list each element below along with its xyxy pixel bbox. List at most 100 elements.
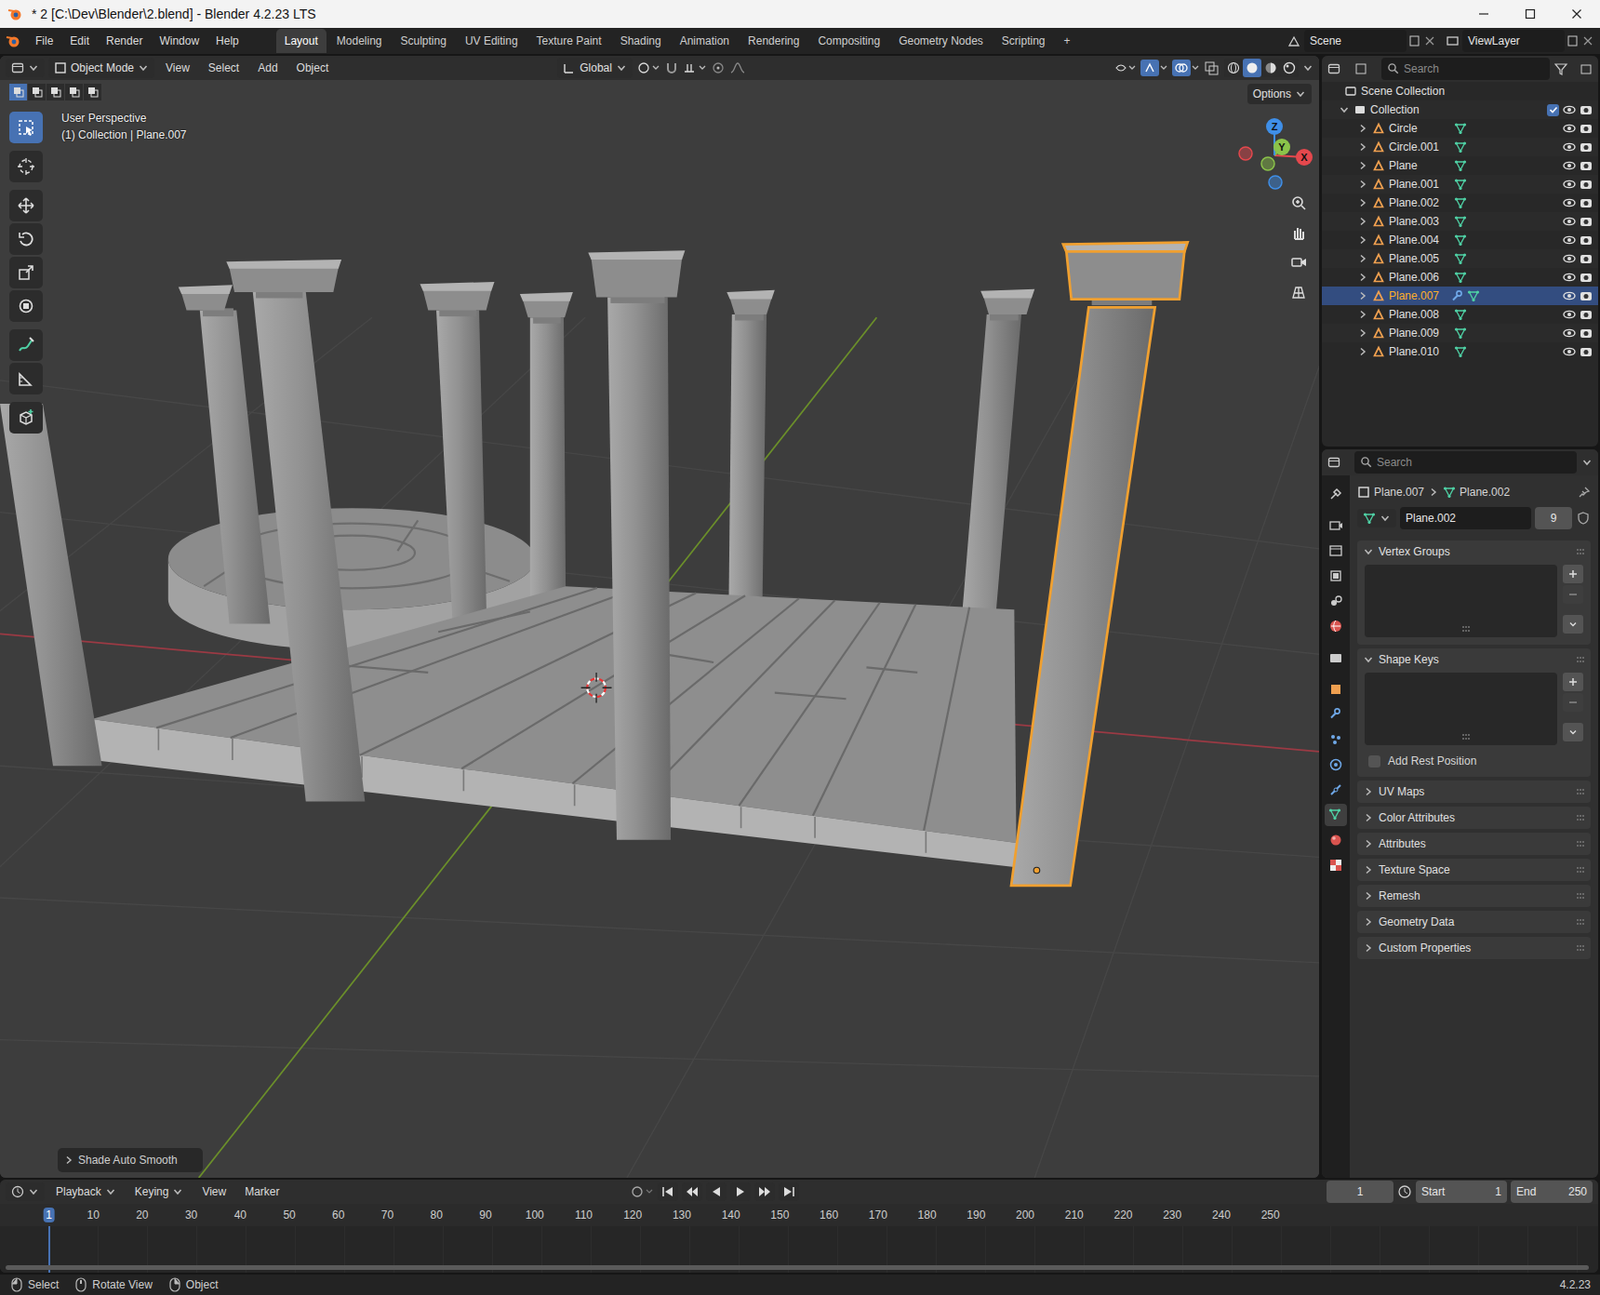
select-mode-button[interactable] [27,83,46,101]
gizmo-axis[interactable]: X [1295,148,1313,166]
frame-tick[interactable]: 190 [963,1207,988,1223]
menu-item[interactable]: Render [98,29,150,53]
remove-button[interactable] [1562,585,1584,604]
scene-render[interactable] [0,80,1320,1178]
perspective-grid-button[interactable] [1285,279,1312,306]
play-button[interactable] [730,1182,751,1201]
timeline-scrollbar[interactable] [5,1265,1589,1270]
menu-item[interactable]: Edit [62,29,97,53]
workspace-tab[interactable]: Shading [612,28,670,54]
properties-tab[interactable] [1324,703,1347,726]
pan-hand-button[interactable] [1285,219,1312,246]
outliner-row[interactable]: Plane.010 [1321,342,1599,361]
viewport-menu[interactable]: View [158,56,198,80]
outliner-row[interactable]: Plane.001 [1321,174,1599,194]
gizmo-axis[interactable]: Z [1266,118,1283,135]
tool-button[interactable] [9,362,43,395]
shading-button[interactable] [1280,58,1299,78]
frame-tick[interactable]: 120 [620,1207,645,1223]
navigation-gizmo[interactable]: XYZ [1233,114,1310,191]
frame-tick[interactable]: 180 [915,1207,940,1223]
frame-tick[interactable]: 30 [182,1207,200,1223]
frame-tick[interactable]: 110 [572,1207,596,1223]
mode-dropdown[interactable]: Object Mode [48,57,155,79]
frame-tick[interactable]: 230 [1160,1207,1185,1223]
panel-header[interactable]: Shape Keys [1357,648,1591,671]
outliner-row[interactable]: Plane.005 [1321,249,1599,268]
workspace-tab[interactable]: Animation [671,28,738,54]
previous-key-button[interactable] [681,1182,703,1201]
properties-tab[interactable] [1324,614,1347,638]
outliner-row[interactable]: Plane.003 [1321,212,1599,231]
options-dropdown[interactable]: Options [1247,83,1312,105]
outliner-row[interactable]: Plane [1321,156,1599,175]
play-reverse-button[interactable] [706,1182,727,1201]
frame-tick[interactable]: 250 [1258,1207,1283,1223]
option-row[interactable]: Add Rest Position [1357,752,1591,777]
workspace-tab[interactable]: Rendering [739,28,808,54]
outliner-row[interactable]: Circle.001 [1321,137,1599,157]
outliner-row[interactable]: Scene Collection [1321,81,1599,101]
workspace-tab[interactable]: UV Editing [456,28,527,54]
timeline-menu[interactable]: Keying [127,1180,192,1203]
list-menu-button[interactable] [1562,614,1584,634]
timeline-menu[interactable]: Marker [237,1180,287,1203]
frame-tick[interactable]: 80 [427,1207,446,1223]
view-layer-field[interactable]: ViewLayer [1462,29,1565,53]
panel-header[interactable]: Custom Properties [1357,936,1591,960]
viewport-menu[interactable]: Add [250,56,285,80]
minimize-button[interactable] [1460,0,1507,28]
frame-tick[interactable]: 100 [522,1207,547,1223]
outliner-row[interactable]: Plane.009 [1321,323,1599,343]
properties-tab[interactable] [1324,728,1347,751]
select-mode-button[interactable] [46,83,65,101]
panel-header[interactable]: Geometry Data [1357,910,1591,934]
next-key-button[interactable] [754,1182,775,1201]
properties-tab[interactable] [1324,803,1347,827]
frame-tick[interactable]: 170 [866,1207,891,1223]
tool-button[interactable] [9,256,43,289]
menu-item[interactable]: File [27,29,61,53]
properties-tab[interactable] [1324,853,1347,877]
outliner-row[interactable]: Plane.008 [1321,305,1599,324]
shading-button[interactable] [1224,58,1243,78]
outliner-row[interactable]: Plane.004 [1321,230,1599,250]
tool-button[interactable] [9,150,43,183]
frame-tick[interactable]: 1 [42,1207,55,1223]
keyframe-area[interactable] [0,1226,1599,1273]
panel-header[interactable]: Vertex Groups [1357,540,1591,563]
workspace-tab[interactable]: Geometry Nodes [890,28,992,54]
tool-button[interactable] [9,329,43,361]
mesh-name-field[interactable]: Plane.002 [1400,506,1532,530]
properties-tab[interactable] [1324,482,1347,506]
shading-button[interactable] [1242,58,1262,78]
orientation-dropdown[interactable]: Global [557,57,633,79]
list-box[interactable] [1364,564,1558,638]
frame-tick[interactable]: 40 [231,1207,250,1223]
timeline-menu[interactable]: View [194,1180,234,1203]
outliner-row[interactable]: Plane.006 [1321,267,1599,287]
frame-tick[interactable]: 220 [1110,1207,1135,1223]
tool-button[interactable] [9,223,43,255]
add-workspace-button[interactable]: + [1055,28,1080,54]
frame-tick[interactable]: 160 [816,1207,841,1223]
list-box[interactable] [1364,672,1558,746]
start-frame-field[interactable]: Start1 [1415,1180,1507,1203]
tool-button[interactable] [9,401,43,434]
workspace-tab[interactable]: Compositing [809,28,889,54]
frame-tick[interactable]: 20 [133,1207,151,1223]
outliner-row[interactable]: Collection [1321,100,1599,120]
tool-button[interactable] [9,290,43,322]
properties-tab[interactable] [1324,778,1347,801]
panel-header[interactable]: Texture Space [1357,858,1591,881]
list-menu-button[interactable] [1562,722,1584,742]
zoom-button[interactable] [1285,189,1312,216]
select-mode-button[interactable] [9,83,27,101]
panel-header[interactable]: Attributes [1357,832,1591,855]
outliner-row[interactable]: Plane.007 [1321,286,1599,306]
add-button[interactable] [1562,564,1584,584]
properties-tab[interactable] [1324,828,1347,852]
select-mode-button[interactable] [65,83,83,101]
tool-button[interactable] [9,189,43,222]
frame-tick[interactable]: 200 [1013,1207,1038,1223]
